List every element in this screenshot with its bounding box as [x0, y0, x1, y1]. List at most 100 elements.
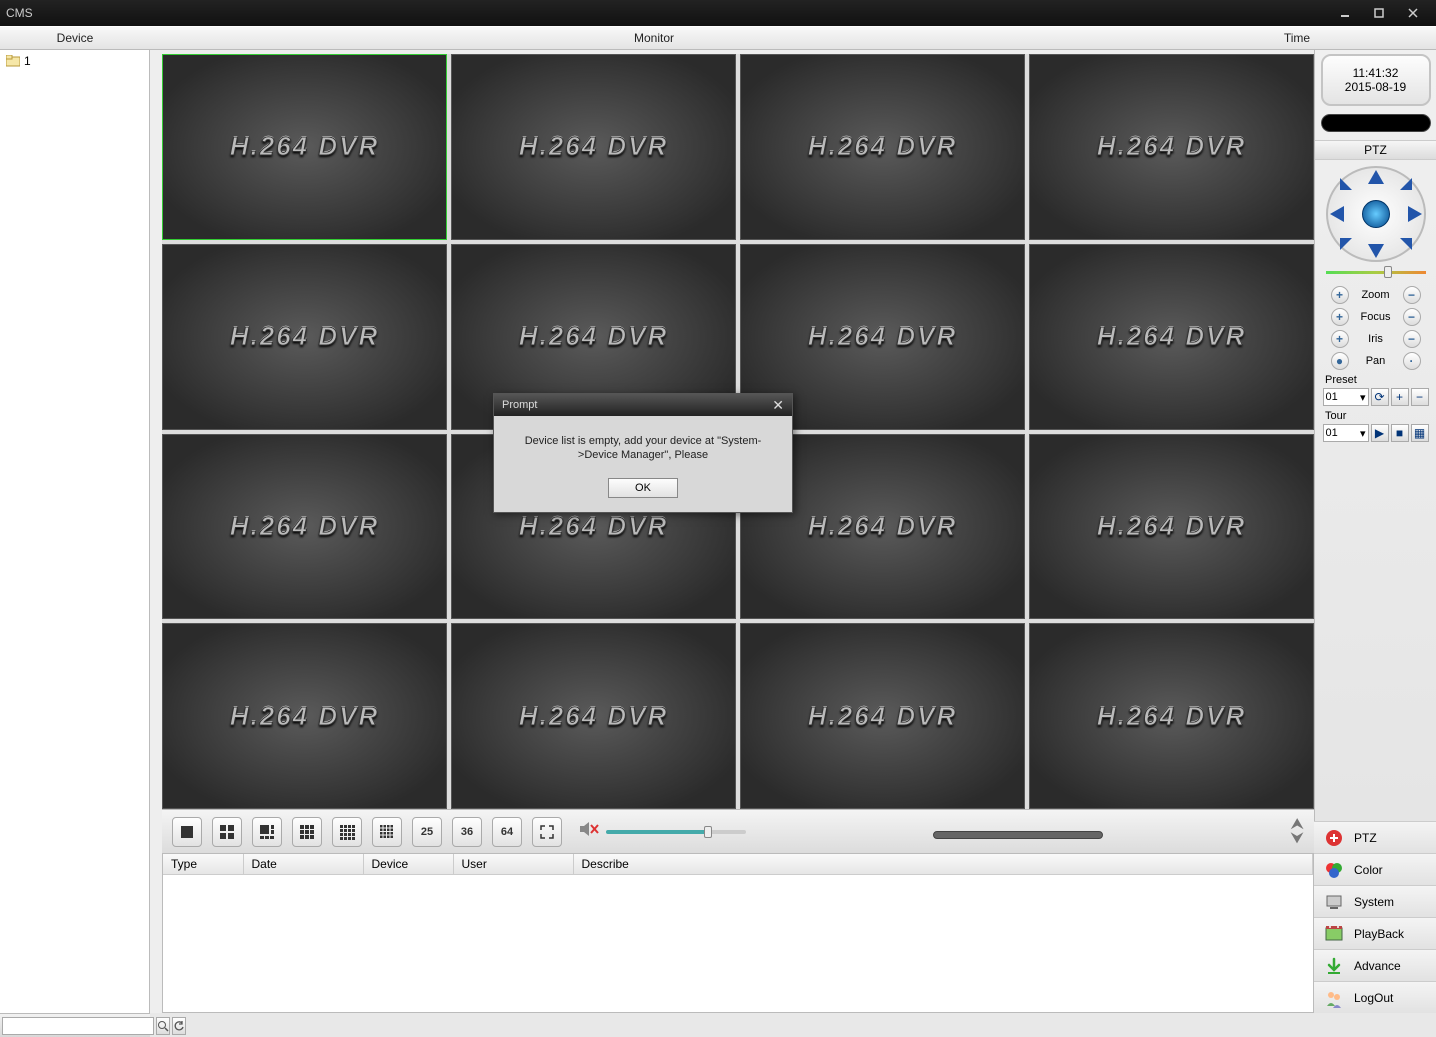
- video-cell[interactable]: H.264 DVR: [740, 623, 1025, 809]
- focus-out-button[interactable]: −: [1403, 308, 1421, 326]
- header-device: Device: [0, 31, 150, 45]
- grid-1-button[interactable]: [172, 817, 202, 847]
- clock-box: 11:41:32 2015-08-19: [1321, 54, 1431, 106]
- zoom-in-button[interactable]: +: [1331, 286, 1349, 304]
- pan-stop-button[interactable]: ·: [1403, 352, 1421, 370]
- menu-ptz[interactable]: PTZ: [1314, 821, 1436, 853]
- video-cell[interactable]: H.264 DVR: [1029, 244, 1314, 430]
- dialog-close-button[interactable]: ✕: [772, 397, 784, 414]
- log-col-type[interactable]: Type: [163, 854, 243, 875]
- grid-64-button[interactable]: 64: [492, 817, 522, 847]
- zoom-out-button[interactable]: −: [1403, 286, 1421, 304]
- video-cell[interactable]: H.264 DVR: [451, 54, 736, 240]
- chevron-down-icon: ▾: [1360, 391, 1366, 404]
- grid-9-button[interactable]: [292, 817, 322, 847]
- record-indicator: [1321, 114, 1431, 132]
- preset-goto-button[interactable]: ⟳: [1371, 388, 1389, 406]
- video-cell[interactable]: H.264 DVR: [1029, 434, 1314, 620]
- system-icon: [1324, 892, 1344, 912]
- grid-toolbar: 25 36 64 ⮝ ⮟: [162, 809, 1314, 853]
- ptz-down-left-button[interactable]: [1340, 238, 1352, 250]
- ptz-up-button[interactable]: [1368, 170, 1384, 184]
- page-down-icon[interactable]: ⮟: [1290, 833, 1304, 845]
- refresh-icon[interactable]: [172, 1017, 186, 1035]
- color-icon: [1324, 860, 1344, 880]
- tour-play-button[interactable]: ▶: [1371, 424, 1389, 442]
- ptz-up-left-button[interactable]: [1340, 178, 1352, 190]
- minimize-button[interactable]: [1328, 4, 1362, 22]
- log-col-device[interactable]: Device: [363, 854, 453, 875]
- tour-stop-button[interactable]: ■: [1391, 424, 1409, 442]
- log-col-describe[interactable]: Describe: [573, 854, 1313, 875]
- video-cell[interactable]: H.264 DVR: [451, 623, 736, 809]
- preset-add-button[interactable]: +: [1391, 388, 1409, 406]
- device-search-input[interactable]: [2, 1017, 154, 1035]
- ptz-left-button[interactable]: [1330, 206, 1344, 222]
- dialog-message: Device list is empty, add your device at…: [494, 416, 792, 470]
- zoom-label: Zoom: [1353, 289, 1399, 301]
- ptz-icon: [1324, 828, 1344, 848]
- ptz-center-button[interactable]: [1362, 200, 1390, 228]
- app-title: CMS: [6, 6, 33, 20]
- volume-slider[interactable]: [606, 830, 746, 834]
- pan-start-button[interactable]: ●: [1331, 352, 1349, 370]
- iris-label: Iris: [1353, 333, 1399, 345]
- clock-date: 2015-08-19: [1345, 80, 1406, 94]
- ptz-down-button[interactable]: [1368, 244, 1384, 258]
- ptz-speed-slider[interactable]: [1326, 266, 1426, 278]
- close-button[interactable]: [1396, 4, 1430, 22]
- volume-mute-icon[interactable]: [578, 819, 600, 844]
- folder-icon: [6, 55, 20, 67]
- grid-6-button[interactable]: [252, 817, 282, 847]
- maximize-button[interactable]: [1362, 4, 1396, 22]
- right-menu: PTZ Color System PlayBack Advance LogOut: [1314, 821, 1436, 1013]
- section-header-row: Device Monitor Time: [0, 26, 1436, 50]
- header-time: Time: [1158, 31, 1436, 45]
- video-cell[interactable]: H.264 DVR: [162, 623, 447, 809]
- video-cell[interactable]: H.264 DVR: [162, 434, 447, 620]
- ptz-down-right-button[interactable]: [1400, 238, 1412, 250]
- preset-del-button[interactable]: −: [1411, 388, 1429, 406]
- ptz-right-button[interactable]: [1408, 206, 1422, 222]
- video-cell[interactable]: H.264 DVR: [1029, 623, 1314, 809]
- grid-4-button[interactable]: [212, 817, 242, 847]
- log-col-user[interactable]: User: [453, 854, 573, 875]
- dialog-title: Prompt: [502, 399, 537, 411]
- prompt-dialog: Prompt ✕ Device list is empty, add your …: [493, 393, 793, 513]
- tree-root-item[interactable]: 1: [0, 50, 149, 72]
- menu-playback[interactable]: PlayBack: [1314, 917, 1436, 949]
- ptz-up-right-button[interactable]: [1400, 178, 1412, 190]
- tour-edit-button[interactable]: ▦: [1411, 424, 1429, 442]
- menu-color[interactable]: Color: [1314, 853, 1436, 885]
- preset-select[interactable]: 01▾: [1323, 388, 1369, 406]
- page-up-icon[interactable]: ⮝: [1290, 819, 1304, 831]
- focus-in-button[interactable]: +: [1331, 308, 1349, 326]
- ptz-section-header: PTZ: [1315, 140, 1436, 160]
- focus-label: Focus: [1353, 311, 1399, 323]
- menu-logout[interactable]: LogOut: [1314, 981, 1436, 1013]
- window-titlebar: CMS: [0, 0, 1436, 26]
- iris-close-button[interactable]: −: [1403, 330, 1421, 348]
- video-cell[interactable]: H.264 DVR: [162, 244, 447, 430]
- header-monitor: Monitor: [150, 31, 1158, 45]
- search-icon[interactable]: [156, 1017, 170, 1035]
- dialog-ok-button[interactable]: OK: [608, 478, 678, 498]
- video-cell[interactable]: H.264 DVR: [162, 54, 447, 240]
- log-col-date[interactable]: Date: [243, 854, 363, 875]
- video-cell[interactable]: H.264 DVR: [1029, 54, 1314, 240]
- iris-open-button[interactable]: +: [1331, 330, 1349, 348]
- panel-drag-handle[interactable]: [933, 831, 1103, 839]
- tree-root-label: 1: [24, 54, 31, 68]
- tour-select[interactable]: 01▾: [1323, 424, 1369, 442]
- grid-20-button[interactable]: [372, 817, 402, 847]
- menu-system[interactable]: System: [1314, 885, 1436, 917]
- grid-25-button[interactable]: 25: [412, 817, 442, 847]
- fullscreen-button[interactable]: [532, 817, 562, 847]
- video-cell[interactable]: H.264 DVR: [740, 54, 1025, 240]
- device-tree-panel: 1: [0, 50, 150, 1013]
- grid-16-button[interactable]: [332, 817, 362, 847]
- clock-time: 11:41:32: [1353, 66, 1399, 80]
- ptz-wheel: [1326, 166, 1426, 262]
- menu-advance[interactable]: Advance: [1314, 949, 1436, 981]
- grid-36-button[interactable]: 36: [452, 817, 482, 847]
